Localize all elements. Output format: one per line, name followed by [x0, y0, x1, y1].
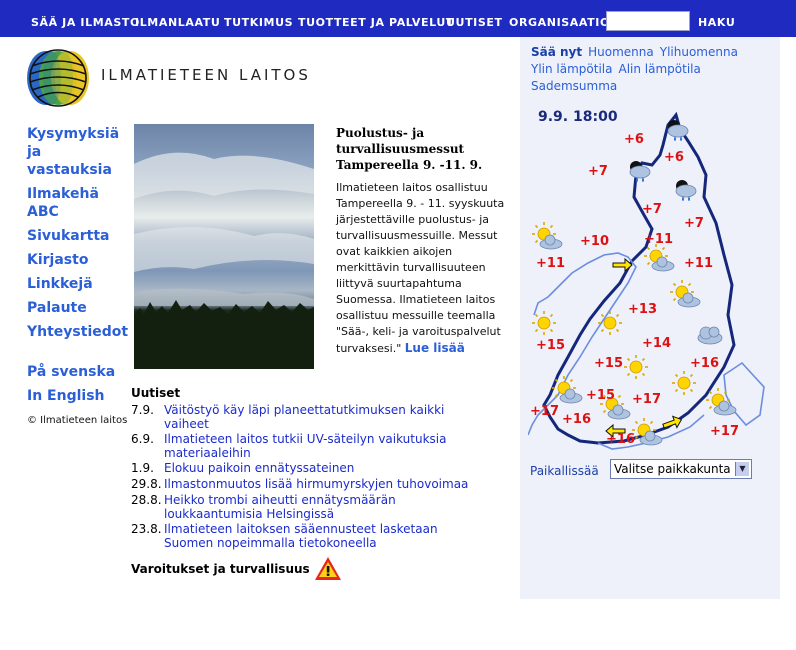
- temperature-label: +16: [690, 356, 719, 371]
- partly-cloudy-icon: [706, 388, 736, 415]
- temperature-label: +17: [632, 392, 661, 407]
- nav-ilmanlaatu[interactable]: ILMANLAATU: [135, 16, 220, 29]
- feature-photo[interactable]: [134, 124, 314, 369]
- news-date: 1.9.: [131, 461, 154, 475]
- news-date: 23.8.: [131, 522, 162, 536]
- language-english-link[interactable]: In English: [27, 387, 127, 405]
- temperature-label: +7: [684, 216, 704, 231]
- list-item: 7.9. Väitöstyö käy läpi planeettatutkimu…: [131, 403, 491, 431]
- tab-sadesumma[interactable]: Sademsumma: [531, 79, 617, 93]
- temperature-label: +11: [644, 232, 673, 247]
- rain-icon: [675, 179, 697, 202]
- temperature-label: +13: [628, 302, 657, 317]
- tab-huomenna[interactable]: Huomenna: [588, 45, 654, 59]
- temperature-label: +15: [594, 356, 623, 371]
- chevron-down-icon[interactable]: ▼: [735, 462, 749, 476]
- news-date: 28.8.: [131, 493, 162, 507]
- nav-tuotteet-ja-palvelut[interactable]: TUOTTEET JA PALVELUT: [298, 16, 454, 29]
- read-more-link[interactable]: Lue lisää: [405, 341, 465, 355]
- search-button[interactable]: HAKU: [698, 16, 735, 29]
- news-link[interactable]: Ilmatieteen laitoksen sääennusteet laske…: [164, 522, 484, 550]
- sidebar-item-kirjasto[interactable]: Kirjasto: [27, 251, 127, 269]
- city-select-value: Valitse paikkakunta: [614, 462, 731, 476]
- temperature-label: +7: [642, 202, 662, 217]
- list-item: 6.9. Ilmatieteen laitos tutkii UV-säteil…: [131, 432, 491, 460]
- tab-alin-lampotila[interactable]: Alin lämpötila: [618, 62, 700, 76]
- temperature-label: +16: [562, 412, 591, 427]
- news-link[interactable]: Ilmatieteen laitos tutkii UV-säteilyn va…: [164, 432, 474, 460]
- list-item: 29.8. Ilmastonmuutos lisää hirmumyrskyje…: [131, 477, 491, 492]
- news-link[interactable]: Elokuu paikoin ennätyssateinen: [164, 461, 491, 475]
- sidebar-item-linkkeja[interactable]: Linkkejä: [27, 275, 127, 293]
- feature-title[interactable]: Puolustus- ja turvallisuusmessut Tampere…: [336, 125, 516, 173]
- temperature-label: +7: [588, 164, 608, 179]
- sky-photo-image: [134, 152, 314, 369]
- partly-cloudy-icon: [644, 244, 674, 271]
- news-heading: Uutiset: [131, 386, 181, 400]
- sun-icon: [531, 310, 557, 336]
- news-date: 7.9.: [131, 403, 154, 417]
- city-select[interactable]: Valitse paikkakunta ▼: [610, 459, 752, 479]
- list-item: 23.8. Ilmatieteen laitoksen sääennusteet…: [131, 522, 491, 550]
- temperature-label: +6: [624, 132, 644, 147]
- sidebar-item-yhteystiedot[interactable]: Yhteystiedot: [27, 323, 128, 341]
- search-input[interactable]: [606, 11, 690, 31]
- sun-icon: [671, 370, 697, 396]
- temperature-label: +10: [580, 234, 609, 249]
- news-date: 29.8.: [131, 477, 162, 491]
- partly-cloudy-icon: [552, 376, 582, 403]
- temperature-label: +16: [606, 432, 635, 447]
- sidebar-item-palaute[interactable]: Palaute: [27, 299, 127, 317]
- feature-text: Ilmatieteen laitos osallistuu Tampereell…: [336, 181, 505, 355]
- site-logo[interactable]: ILMATIETEEN LAITOS: [26, 48, 326, 107]
- cloud-icon: [697, 326, 723, 345]
- partly-cloudy-icon: [670, 280, 700, 307]
- temperature-label: +17: [530, 404, 559, 419]
- news-link[interactable]: Väitöstyö käy läpi planeettatutkimuksen …: [164, 403, 491, 431]
- local-weather-label: Paikallissää: [530, 464, 599, 478]
- logo-text: ILMATIETEEN LAITOS: [101, 66, 311, 84]
- temperature-label: +11: [684, 256, 713, 271]
- map-time: 9.9. 18:00: [538, 109, 618, 125]
- sidebar-item-kysymyksia[interactable]: Kysymyksiä ja vastauksia: [27, 125, 127, 179]
- language-swedish-link[interactable]: På svenska: [27, 363, 127, 381]
- news-date: 6.9.: [131, 432, 154, 446]
- nav-tutkimus[interactable]: TUTKIMUS: [224, 16, 293, 29]
- news-list: 7.9. Väitöstyö käy läpi planeettatutkimu…: [131, 403, 491, 551]
- list-item: 28.8. Heikko trombi aiheutti ennätysmäär…: [131, 493, 491, 521]
- weather-map[interactable]: 9.9. 18:00 +6 +6 +7 +7 +7 +10 +11 +11 +1…: [528, 105, 776, 455]
- tab-ylihuomenna[interactable]: Ylihuomenna: [660, 45, 738, 59]
- warning-triangle-icon: [314, 557, 341, 580]
- nav-organisaatio[interactable]: ORGANISAATIO: [509, 16, 610, 29]
- sun-icon: [623, 354, 649, 380]
- weather-tabs: Sää nyt Huomenna Ylihuomenna Ylin lämpötil…: [531, 44, 771, 95]
- left-navigation: Kysymyksiä ja vastauksia Ilmakehä ABC Si…: [27, 125, 128, 405]
- temperature-label: +6: [664, 150, 684, 165]
- logo-emblem-icon: [27, 49, 89, 107]
- temperature-label: +14: [642, 336, 671, 351]
- nav-saa-ja-ilmasto[interactable]: SÄÄ JA ILMASTO: [31, 16, 140, 29]
- list-item: 1.9. Elokuu paikoin ennätyssateinen: [131, 461, 491, 476]
- temperature-label: +15: [536, 338, 565, 353]
- ladoga-outline: [723, 361, 765, 427]
- warnings-label: Varoitukset ja turvallisuus: [131, 561, 310, 576]
- nav-uutiset[interactable]: UUTISET: [446, 16, 503, 29]
- tab-ylin-lampotila[interactable]: Ylin lämpötila: [531, 62, 612, 76]
- temperature-label: +17: [710, 424, 739, 439]
- feature-body: Ilmatieteen laitos osallistuu Tampereell…: [336, 180, 518, 357]
- copyright-text: © Ilmatieteen laitos: [27, 415, 128, 426]
- top-navigation: SÄÄ JA ILMASTO ILMANLAATU TUTKIMUS TUOTT…: [0, 0, 796, 37]
- sidebar-item-sivukartta[interactable]: Sivukartta: [27, 227, 127, 245]
- partly-cloudy-icon: [532, 222, 562, 249]
- warnings-link[interactable]: Varoitukset ja turvallisuus: [131, 556, 342, 581]
- temperature-label: +11: [536, 256, 565, 271]
- sidebar-item-ilmakeha-abc[interactable]: Ilmakehä ABC: [27, 185, 127, 221]
- temperature-label: +15: [586, 388, 615, 403]
- tab-saa-nyt[interactable]: Sää nyt: [531, 45, 582, 59]
- news-link[interactable]: Heikko trombi aiheutti ennätysmäärän lou…: [164, 493, 464, 521]
- news-link[interactable]: Ilmastonmuutos lisää hirmumyrskyjen tuho…: [164, 477, 491, 491]
